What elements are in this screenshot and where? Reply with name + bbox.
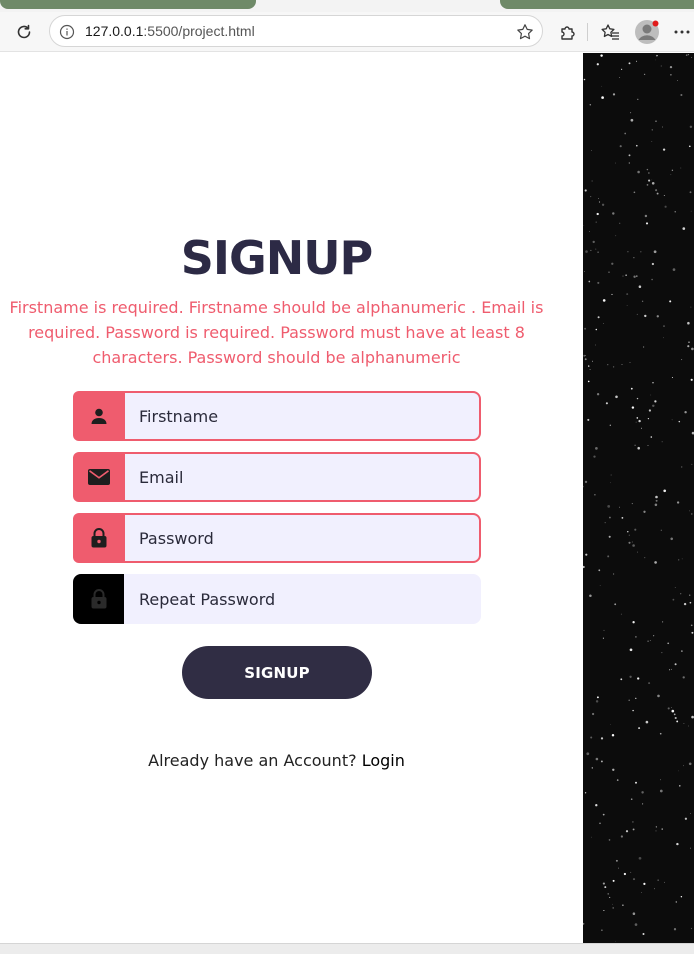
favorites-icon [601,24,619,40]
envelope-icon [88,469,110,485]
user-icon [91,408,107,424]
lock-icon [91,589,106,609]
extensions-button[interactable] [555,19,581,45]
browser-toolbar: 127.0.0.1:5500/project.html [0,12,694,52]
firstname-field [73,391,481,441]
password-field [73,513,481,563]
email-field [73,452,481,502]
url-path: :5500/project.html [143,23,255,39]
favorites-button[interactable] [597,19,623,45]
more-menu-button[interactable] [671,19,693,45]
firstname-input[interactable] [124,393,479,439]
more-icon [674,30,690,34]
lock-icon [91,528,107,548]
browser-status-bar [0,943,694,954]
toolbar-separator [587,23,588,41]
info-icon[interactable] [59,24,75,40]
browser-tab[interactable] [0,0,256,9]
password-icon-box [73,513,125,563]
login-prompt: Already have an Account? Login [0,751,553,770]
browser-tab-2[interactable] [500,0,694,9]
page-viewport: SIGNUP Firstname is required. Firstname … [0,53,694,943]
login-link[interactable]: Login [362,751,405,770]
refresh-icon [17,24,31,39]
address-bar[interactable]: 127.0.0.1:5500/project.html [49,15,543,47]
email-input[interactable] [124,454,479,500]
url-host: 127.0.0.1 [85,23,144,39]
repeat-password-input[interactable] [124,574,481,624]
login-prompt-text: Already have an Account? [148,751,357,770]
email-icon-box [73,452,125,502]
signup-button[interactable]: SIGNUP [182,646,372,699]
background-image-panel [583,53,694,943]
signup-panel: SIGNUP Firstname is required. Firstname … [0,53,583,943]
repeat-password-icon-box [73,574,124,624]
repeat-password-field [73,574,481,624]
tab-strip [0,0,694,12]
url-text[interactable]: 127.0.0.1:5500/project.html [85,23,255,39]
validation-errors: Firstname is required. Firstname should … [9,298,544,367]
star-icon[interactable] [516,23,534,41]
page-title: SIGNUP [180,231,374,285]
password-input[interactable] [124,515,479,561]
puzzle-icon [561,26,575,40]
starfield-image [583,53,694,943]
avatar-icon [635,20,659,44]
profile-button[interactable] [634,19,660,45]
firstname-icon-box [73,391,125,441]
refresh-button[interactable] [11,19,37,45]
